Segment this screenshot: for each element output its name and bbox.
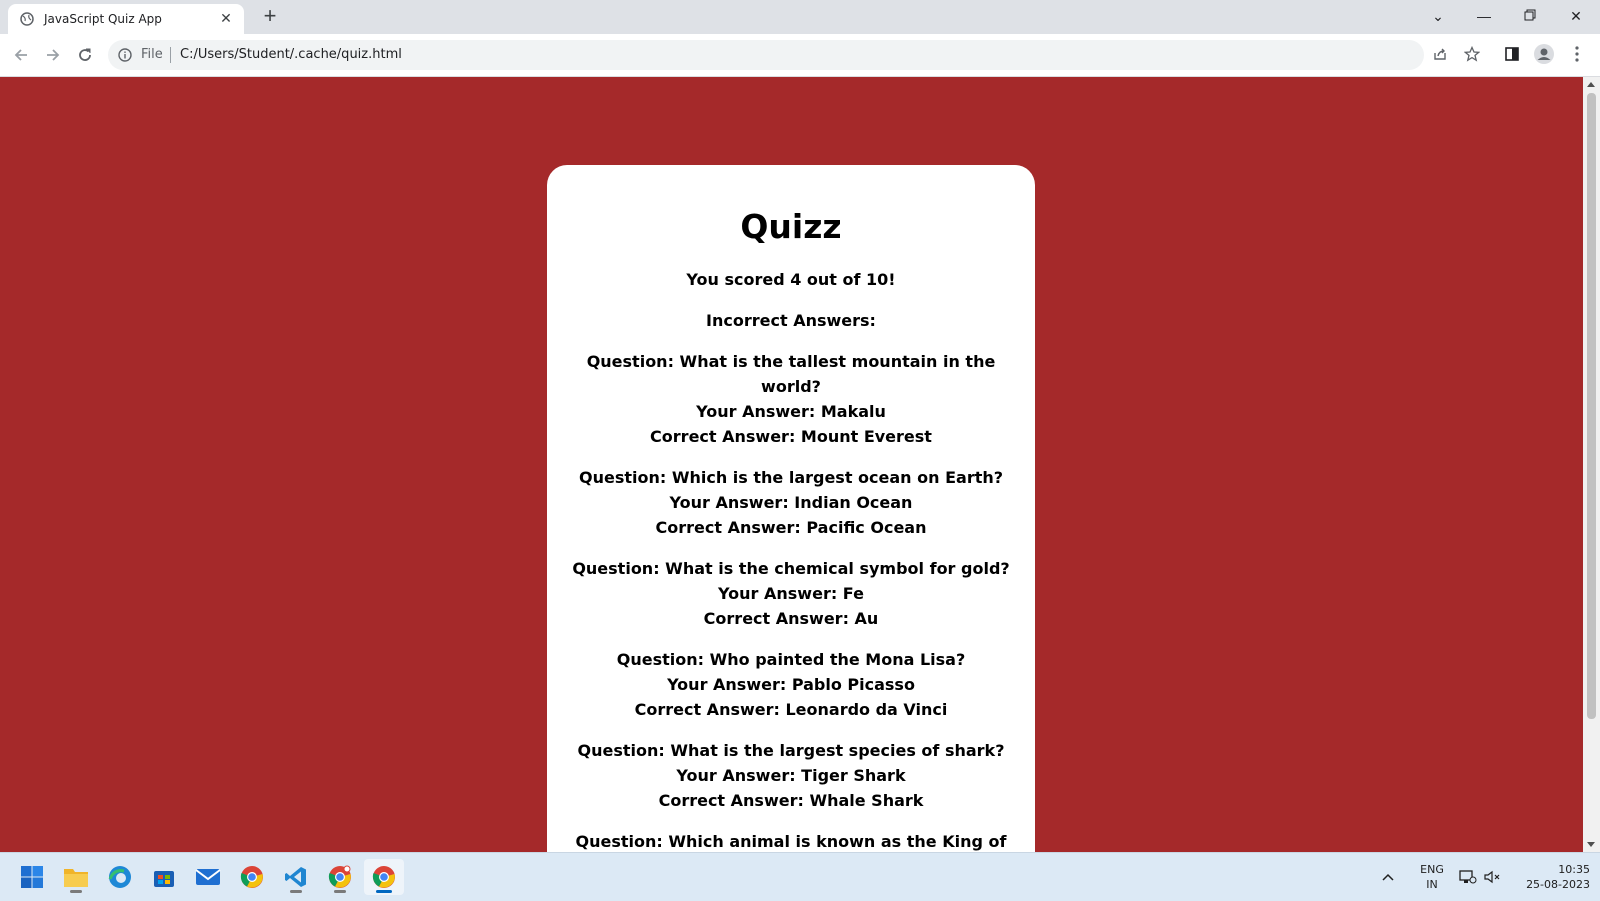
- clock-date: 25-08-2023: [1526, 878, 1590, 891]
- menu-kebab-icon[interactable]: [1565, 42, 1589, 66]
- question-text: Question: Which animal is known as the K…: [575, 832, 1007, 851]
- tab-title: JavaScript Quiz App: [44, 12, 162, 26]
- correct-answer-text: Correct Answer: Pacific Ocean: [655, 518, 927, 537]
- windows-start-button[interactable]: [12, 859, 52, 895]
- minimize-button[interactable]: —: [1462, 2, 1506, 30]
- chrome-icon: [240, 866, 263, 888]
- new-tab-button[interactable]: +: [258, 5, 282, 28]
- bookmark-star-icon[interactable]: [1460, 42, 1484, 66]
- close-window-button[interactable]: ✕: [1554, 2, 1598, 30]
- chrome-alt-icon: [328, 865, 351, 888]
- correct-answer-text: Correct Answer: Mount Everest: [650, 427, 932, 446]
- scroll-down-arrow-icon[interactable]: [1587, 842, 1595, 847]
- edge-icon: [108, 866, 131, 888]
- url-text[interactable]: C:/Users/Student/.cache/quiz.html: [180, 47, 402, 62]
- edge-browser-button[interactable]: [100, 859, 140, 895]
- incorrect-answers-list: Question: What is the tallest mountain i…: [547, 349, 1035, 852]
- file-scheme-label: File: [141, 47, 163, 62]
- your-answer-text: Your Answer: Pablo Picasso: [667, 675, 915, 694]
- volume-muted-icon[interactable]: [1480, 859, 1504, 895]
- running-indicator: [70, 890, 82, 893]
- forward-button[interactable]: [40, 42, 66, 68]
- question-text: Question: What is the chemical symbol fo…: [572, 559, 1010, 578]
- close-tab-icon[interactable]: ✕: [218, 10, 234, 26]
- incorrect-answer-item: Question: Which animal is known as the K…: [571, 829, 1011, 852]
- network-icon[interactable]: [1456, 859, 1480, 895]
- mail-button[interactable]: [188, 859, 228, 895]
- region-code: IN: [1426, 878, 1438, 891]
- mail-icon: [195, 869, 221, 885]
- browser-titlebar: JavaScript Quiz App ✕ + ⌄ — ✕: [0, 0, 1600, 34]
- correct-answer-text: Correct Answer: Leonardo da Vinci: [634, 700, 948, 719]
- share-icon[interactable]: [1428, 42, 1452, 66]
- score-text: You scored 4 out of 10!: [686, 270, 896, 289]
- language-indicator[interactable]: ENG IN: [1412, 862, 1452, 892]
- microsoft-store-button[interactable]: [144, 859, 184, 895]
- quiz-title: Quizz: [740, 207, 842, 246]
- browser-toolbar: File C:/Users/Student/.cache/quiz.html: [0, 34, 1600, 77]
- info-icon[interactable]: [118, 48, 132, 62]
- question-text: Question: Which is the largest ocean on …: [578, 468, 1004, 487]
- back-arrow-icon: [14, 49, 27, 61]
- page-scrollbar[interactable]: [1583, 77, 1600, 852]
- chrome-button[interactable]: [232, 859, 272, 895]
- scrollbar-thumb[interactable]: [1587, 93, 1596, 719]
- clock[interactable]: 10:35 25-08-2023: [1510, 862, 1590, 892]
- scroll-up-arrow-icon[interactable]: [1587, 82, 1595, 87]
- vscode-icon: [285, 867, 306, 887]
- forward-arrow-icon: [47, 49, 60, 61]
- show-hidden-icons-button[interactable]: [1374, 859, 1402, 895]
- quiz-card: Quizz You scored 4 out of 10! Incorrect …: [547, 165, 1035, 852]
- your-answer-text: Your Answer: Fe: [718, 584, 864, 603]
- reload-icon: [79, 48, 91, 61]
- folder-icon: [64, 869, 88, 887]
- incorrect-answer-item: Question: What is the tallest mountain i…: [571, 349, 1011, 449]
- back-button[interactable]: [8, 42, 34, 68]
- chrome-canary-button[interactable]: [320, 859, 360, 895]
- windows-logo-icon: [21, 866, 43, 888]
- profile-avatar-icon[interactable]: [1532, 42, 1556, 66]
- incorrect-answer-item: Question: What is the largest species of…: [571, 738, 1011, 813]
- incorrect-answers-heading: Incorrect Answers:: [706, 311, 876, 330]
- chrome-active-button[interactable]: [364, 859, 404, 895]
- vscode-button[interactable]: [276, 859, 316, 895]
- windows-taskbar: ENG IN 10:35 25-08-2023: [0, 852, 1600, 901]
- page-viewport: Quizz You scored 4 out of 10! Incorrect …: [0, 77, 1583, 852]
- address-divider: [170, 47, 171, 63]
- running-indicator: [334, 890, 346, 893]
- your-answer-text: Your Answer: Makalu: [696, 402, 886, 421]
- question-text: Question: What is the tallest mountain i…: [586, 352, 996, 396]
- your-answer-text: Your Answer: Indian Ocean: [669, 493, 913, 512]
- reload-button[interactable]: [72, 42, 98, 68]
- question-text: Question: Who painted the Mona Lisa?: [616, 650, 966, 669]
- browser-tab[interactable]: JavaScript Quiz App ✕: [8, 4, 244, 34]
- correct-answer-text: Correct Answer: Whale Shark: [658, 791, 924, 810]
- globe-icon: [20, 12, 34, 26]
- file-explorer-button[interactable]: [56, 859, 96, 895]
- language-code: ENG: [1420, 863, 1444, 876]
- incorrect-answer-item: Question: Which is the largest ocean on …: [571, 465, 1011, 540]
- restore-button[interactable]: [1508, 2, 1552, 30]
- chrome-icon: [372, 866, 395, 888]
- running-indicator: [290, 890, 302, 893]
- incorrect-answer-item: Question: What is the chemical symbol fo…: [571, 556, 1011, 631]
- correct-answer-text: Correct Answer: Au: [703, 609, 879, 628]
- incorrect-answer-item: Question: Who painted the Mona Lisa? You…: [571, 647, 1011, 722]
- store-icon: [154, 871, 174, 887]
- active-indicator: [376, 890, 392, 893]
- address-bar[interactable]: File C:/Users/Student/.cache/quiz.html: [108, 40, 1424, 70]
- question-text: Question: What is the largest species of…: [577, 741, 1005, 760]
- your-answer-text: Your Answer: Tiger Shark: [676, 766, 906, 785]
- chevron-up-icon: [1382, 873, 1394, 881]
- side-panel-icon[interactable]: [1500, 42, 1524, 66]
- tab-search-icon[interactable]: ⌄: [1416, 2, 1460, 30]
- clock-time: 10:35: [1558, 863, 1590, 876]
